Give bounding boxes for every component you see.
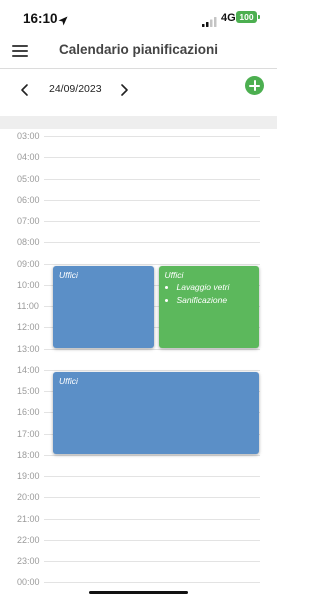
hour-label: 11:00 [17, 301, 39, 311]
hour-gridline [44, 348, 260, 350]
day-timeline: 03:00 04:00 05:00 06:00 07:00 08:00 09:00 10:00… [0, 0, 277, 600]
hour-label: 18:00 [17, 449, 40, 460]
hour-gridline [44, 242, 260, 244]
event-card[interactable]: UfficiLavaggio vetriSanificazione [158, 265, 259, 348]
hour-label: 17:00 [17, 428, 40, 439]
home-indicator [89, 591, 188, 594]
hour-label: 23:00 [17, 556, 40, 566]
hour-label: 22:00 [17, 534, 40, 545]
hour-gridline [44, 539, 260, 541]
event-task: Lavaggio vetri [177, 281, 230, 294]
hour-label: 14:00 [17, 364, 40, 375]
event-task: Sanificazione [177, 294, 230, 307]
hour-label: 06:00 [17, 194, 40, 205]
event-title: Uffici [59, 269, 78, 280]
hour-label: 08:00 [17, 237, 40, 248]
hour-label: 19:00 [17, 471, 40, 481]
event-title: Uffici [164, 269, 184, 280]
hour-gridline [44, 497, 260, 499]
hour-label: 00:00 [17, 577, 40, 588]
hour-gridline [44, 221, 260, 222]
hour-label: 16:00 [17, 407, 40, 418]
hour-label: 07:00 [17, 216, 40, 226]
hour-gridline [44, 136, 260, 137]
hour-gridline [44, 561, 260, 562]
hour-gridline [44, 454, 260, 456]
hour-label: 03:00 [17, 131, 40, 141]
hour-gridline [44, 582, 260, 584]
hour-label: 12:00 [17, 322, 40, 333]
hour-label: 10:00 [17, 279, 40, 290]
hour-label: 05:00 [17, 173, 40, 184]
hour-label: 13:00 [17, 343, 40, 354]
hour-label: 09:00 [17, 258, 40, 269]
hour-label: 20:00 [17, 492, 40, 503]
hour-gridline [44, 369, 260, 371]
hour-gridline [44, 157, 260, 159]
hour-label: 15:00 [17, 386, 40, 396]
event-card[interactable]: Uffici [53, 371, 259, 454]
hour-gridline [44, 199, 260, 201]
hour-gridline [44, 263, 260, 265]
hour-gridline [44, 178, 260, 180]
hour-gridline [44, 476, 260, 477]
event-card[interactable]: Uffici [53, 265, 154, 348]
hour-gridline [44, 518, 260, 520]
hour-label: 21:00 [17, 513, 40, 524]
hour-label: 04:00 [17, 152, 40, 163]
event-task-list: Lavaggio vetriSanificazione [165, 281, 230, 307]
event-title: Uffici [59, 375, 78, 386]
